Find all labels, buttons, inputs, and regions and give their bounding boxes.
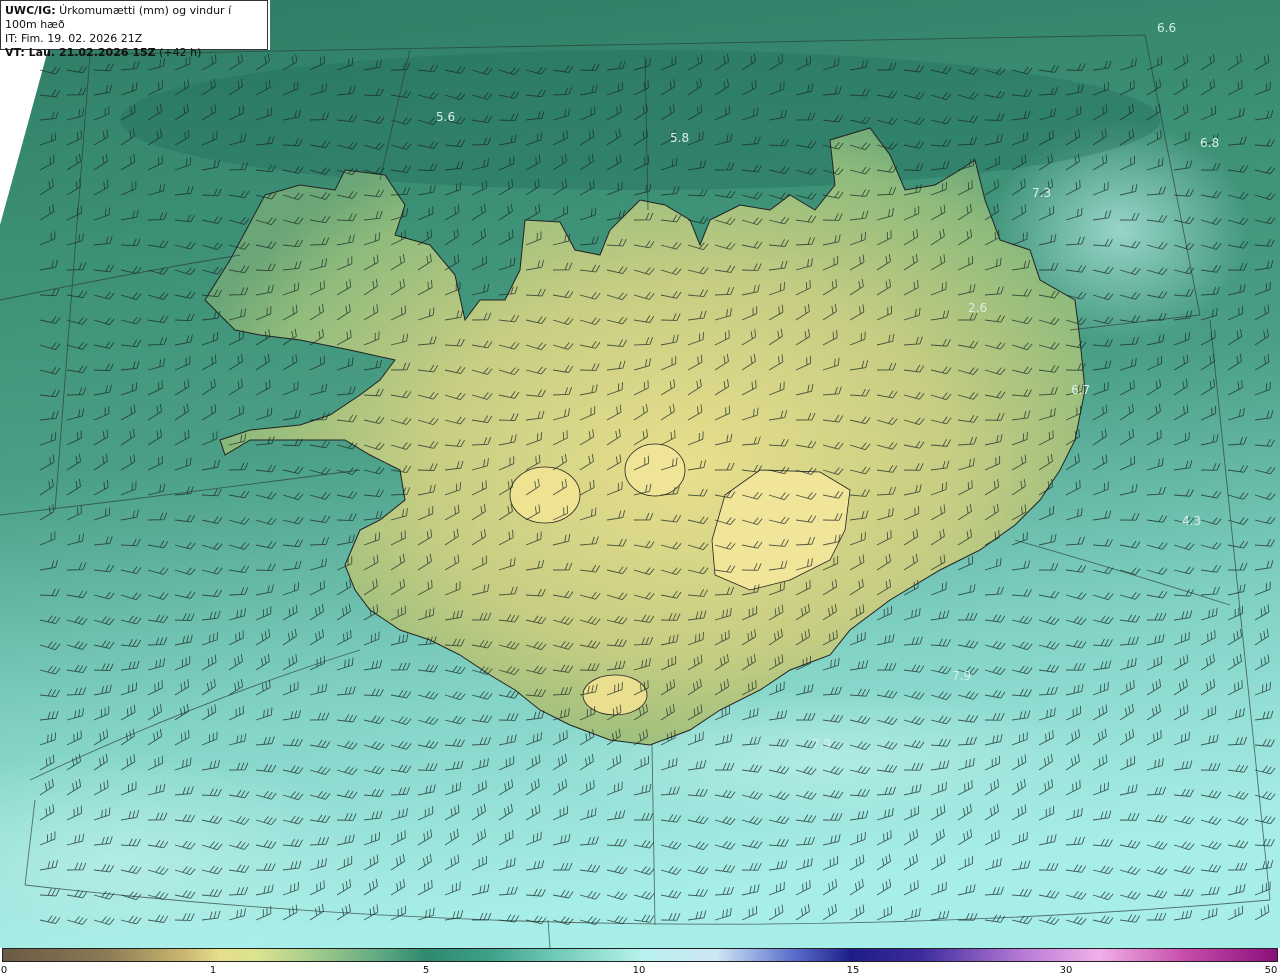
valid-time-row: VT: Lau. 21.02.2026 15Z (+42 h)	[5, 46, 263, 60]
colorbar-legend: 0 1 5 10 15 30 50	[0, 948, 1280, 978]
map-value-label: 7.3	[1032, 186, 1051, 200]
valid-time: VT: Lau. 21.02.2026 15Z	[5, 46, 156, 59]
map-value-label: 4.3	[1182, 514, 1201, 528]
glacier-myrdalsjokull	[582, 674, 648, 716]
colorbar	[2, 948, 1278, 962]
issue-time: IT: Fim. 19. 02. 2026 21Z	[5, 32, 143, 45]
glacier-langjokull	[509, 466, 581, 524]
colorbar-tick: 30	[1059, 965, 1073, 976]
colorbar-tick: 15	[846, 965, 860, 976]
map-value-label: 5.8	[670, 131, 689, 145]
map-value-label: 5.6	[436, 110, 455, 124]
map-value-label: 7.9	[812, 737, 831, 751]
colorbar-tick: 10	[632, 965, 646, 976]
colorbar-tick: 50	[1264, 965, 1278, 976]
colorbar-tick: 0	[0, 965, 8, 976]
map-value-label: 6.6	[1157, 21, 1176, 35]
map-value-label: 7.9	[952, 669, 971, 683]
forecast-info-box: UWC/IG: Úrkomumætti (mm) og vindur í 100…	[0, 0, 268, 59]
map-value-label: 6.8	[1200, 136, 1219, 150]
colorbar-tick: 5	[422, 965, 430, 976]
sea-dark-band	[120, 50, 1160, 190]
map-value-label: 2.6	[968, 301, 987, 315]
product-title: UWC/IG: Úrkomumætti (mm) og vindur í 100…	[5, 4, 263, 32]
product-code: UWC/IG:	[5, 4, 56, 17]
colorbar-tick: 1	[209, 965, 217, 976]
lead-time: (+42 h)	[155, 46, 202, 59]
map-value-label: 6.7	[1071, 383, 1090, 397]
forecast-map: 6.6 5.6 5.8 6.8 7.3 2.6 6.7 4.3 7.9 7.9	[0, 0, 1280, 948]
